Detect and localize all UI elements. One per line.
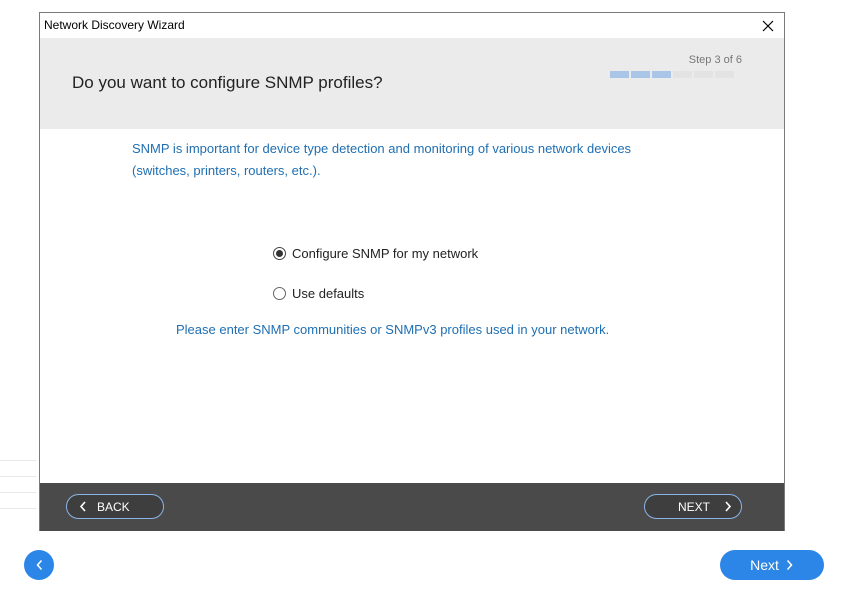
- next-button-label: NEXT: [678, 499, 711, 514]
- chevron-left-icon: [35, 560, 42, 570]
- progress-segment: [631, 71, 650, 78]
- option-configure-snmp[interactable]: Configure SNMP for my network: [273, 246, 478, 261]
- progress-segment: [715, 71, 734, 78]
- back-button[interactable]: BACK: [66, 494, 164, 519]
- wizard-dialog: Network Discovery Wizard Do you want to …: [39, 12, 785, 531]
- option-label: Configure SNMP for my network: [292, 246, 479, 261]
- option-use-defaults[interactable]: Use defaults: [273, 286, 364, 301]
- close-icon: [762, 20, 774, 31]
- progress-segment: [610, 71, 629, 78]
- wizard-content: SNMP is important for device type detect…: [40, 129, 784, 483]
- outer-next-label: Next: [750, 557, 779, 573]
- title-bar: Network Discovery Wizard: [40, 13, 784, 38]
- option-label: Use defaults: [292, 286, 365, 301]
- page-title: Do you want to configure SNMP profiles?: [72, 73, 383, 92]
- chevron-right-icon: [725, 501, 732, 512]
- progress-segment: [652, 71, 671, 78]
- outer-next-button[interactable]: Next: [720, 550, 824, 580]
- wizard-footer: BACK NEXT: [40, 483, 784, 531]
- close-button[interactable]: [752, 13, 784, 38]
- window-title: Network Discovery Wizard: [44, 18, 185, 32]
- radio-button[interactable]: [273, 247, 286, 260]
- wizard-header: Do you want to configure SNMP profiles? …: [40, 38, 784, 129]
- next-button[interactable]: NEXT: [644, 494, 742, 519]
- chevron-left-icon: [79, 501, 86, 512]
- background-decoration: [0, 460, 36, 530]
- chevron-right-icon: [786, 560, 793, 570]
- hint-text: Please enter SNMP communities or SNMPv3 …: [176, 322, 610, 337]
- step-indicator: Step 3 of 6: [688, 54, 742, 66]
- outer-back-button[interactable]: [24, 550, 54, 580]
- progress-segment: [673, 71, 692, 78]
- intro-text: SNMP is important for device type detect…: [132, 141, 632, 178]
- progress-segment: [694, 71, 713, 78]
- radio-button[interactable]: [273, 287, 286, 300]
- back-button-label: BACK: [97, 499, 130, 514]
- step-progress-bar: [610, 71, 734, 78]
